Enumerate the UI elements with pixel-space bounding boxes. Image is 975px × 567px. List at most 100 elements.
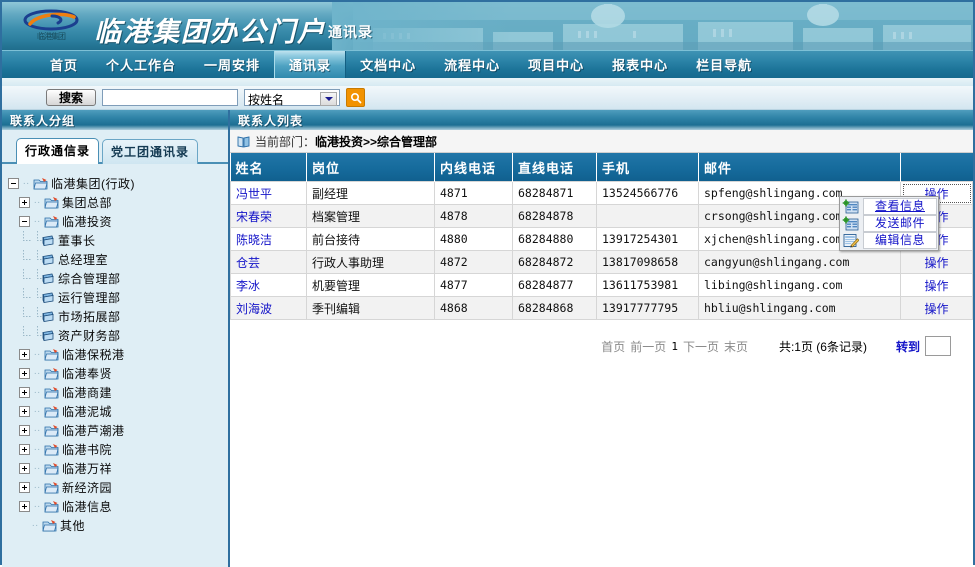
edit-note-icon [843, 234, 859, 248]
pager-last[interactable]: 末页 [724, 338, 748, 355]
cell-name[interactable]: 仓芸 [230, 250, 307, 274]
tree-expand-toggle[interactable] [19, 406, 30, 417]
tab-label: 党工团通讯录 [111, 145, 190, 159]
cell-post: 档案管理 [306, 204, 435, 228]
column-header-mobile[interactable]: 手机 [596, 153, 699, 182]
tree-node[interactable]: ·· 其他 [8, 516, 224, 535]
nav-item-column-nav[interactable]: 栏目导航 [682, 51, 766, 78]
tree-node[interactable]: ·· 临港书院 [8, 440, 224, 459]
cell-name[interactable]: 刘海波 [230, 296, 307, 320]
tree-node[interactable]: 运行管理部 [8, 288, 224, 307]
tree-node[interactable]: ·· 临港集团(行政) [8, 174, 224, 193]
nav-item-home[interactable]: 首页 [36, 51, 92, 78]
tree-node[interactable]: ·· 集团总部 [8, 193, 224, 212]
tab-admin-directory[interactable]: 行政通信录 [16, 138, 100, 164]
pager-goto-input[interactable] [925, 336, 951, 356]
tree-node[interactable]: ·· 临港万祥 [8, 459, 224, 478]
tree-node[interactable]: ·· 临港商建 [8, 383, 224, 402]
search-button[interactable]: 搜索 [46, 89, 97, 106]
nav-label: 报表中心 [612, 58, 669, 73]
nav-label: 栏目导航 [696, 58, 753, 73]
cell-action-button[interactable]: 操作 [900, 273, 973, 297]
context-menu-item-view-info[interactable]: 查看信息 [841, 198, 937, 215]
chevron-down-icon[interactable] [320, 92, 338, 106]
nav-label: 项目中心 [528, 58, 585, 73]
tree-node[interactable]: 市场拓展部 [8, 307, 224, 326]
tree-node[interactable]: 综合管理部 [8, 269, 224, 288]
cell-name[interactable]: 李冰 [230, 273, 307, 297]
tree-node[interactable]: ·· 临港保税港 [8, 345, 224, 364]
tree-expand-toggle[interactable] [19, 349, 30, 360]
tree-expand-toggle[interactable] [19, 368, 30, 379]
tree-node-label: 其他 [60, 519, 86, 533]
tree-node-label: 集团总部 [62, 196, 113, 210]
tree-connector-dots: ·· [33, 197, 41, 208]
search-input[interactable] [102, 89, 239, 106]
tree-expand-toggle[interactable] [19, 463, 30, 474]
tree-node[interactable]: ·· 临港芦潮港 [8, 421, 224, 440]
column-header-direct-line[interactable]: 直线电话 [512, 153, 597, 182]
cell-extension: 4878 [434, 204, 513, 228]
tree-node[interactable]: ·· 新经济园 [8, 478, 224, 497]
nav-item-project-center[interactable]: 项目中心 [514, 51, 598, 78]
tree-node[interactable]: 资产财务部 [8, 326, 224, 345]
column-header-email[interactable]: 邮件 [698, 153, 901, 182]
company-logo: 临港集团 [16, 6, 86, 48]
cell-name[interactable]: 冯世平 [230, 181, 307, 205]
nav-item-document-center[interactable]: 文档中心 [346, 51, 430, 78]
cell-post: 行政人事助理 [306, 250, 435, 274]
tree-node[interactable]: ·· 临港奉贤 [8, 364, 224, 383]
tree-expand-toggle[interactable] [19, 501, 30, 512]
tree-node[interactable]: ·· 临港信息 [8, 497, 224, 516]
tree-connector-dots: ·· [33, 368, 41, 379]
cell-action-button[interactable]: 操作 [900, 250, 973, 274]
column-header-post[interactable]: 岗位 [306, 153, 435, 182]
tree-node[interactable]: ·· 临港泥城 [8, 402, 224, 421]
context-menu-item-edit-info[interactable]: 编辑信息 [841, 232, 937, 249]
nav-item-address-book[interactable]: 通讯录 [274, 51, 347, 78]
pager-goto-label[interactable]: 转到 [896, 338, 920, 355]
context-menu-label: 查看信息 [863, 198, 937, 215]
tree-expand-toggle[interactable] [19, 387, 30, 398]
folder-icon [44, 462, 59, 475]
tree-node[interactable]: 董事长 [8, 231, 224, 250]
nav-item-weekly-plan[interactable]: 一周安排 [190, 51, 274, 78]
tree-expand-toggle[interactable] [19, 197, 30, 208]
tree-expand-toggle[interactable] [19, 482, 30, 493]
pager-first[interactable]: 首页 [601, 338, 625, 355]
cell-direct-line: 68284868 [512, 296, 597, 320]
pager-current-page[interactable]: 1 [671, 340, 678, 353]
tree-collapse-toggle[interactable] [8, 178, 19, 189]
column-header-name[interactable]: 姓名 [230, 153, 307, 182]
tab-party-union-directory[interactable]: 党工团通讯录 [102, 139, 199, 164]
tree-connector-dots: ·· [33, 349, 41, 360]
tree-connector-dots: ·· [33, 216, 41, 227]
search-go-button[interactable] [346, 88, 366, 107]
pager-next[interactable]: 下一页 [683, 338, 719, 355]
tree-node-label: 临港集团(行政) [51, 177, 135, 191]
folder-icon [33, 177, 48, 190]
column-header-extension[interactable]: 内线电话 [434, 153, 513, 182]
nav-item-report-center[interactable]: 报表中心 [598, 51, 682, 78]
pagination: 首页 前一页 1 下一页 末页 共:1页 (6条记录) 转到 [230, 320, 973, 356]
tree-node-label: 董事长 [58, 234, 96, 248]
tree-expand-toggle[interactable] [19, 444, 30, 455]
context-menu-item-send-mail[interactable]: 发送邮件 [841, 215, 937, 232]
nav-item-process-center[interactable]: 流程中心 [430, 51, 514, 78]
pager-prev[interactable]: 前一页 [630, 338, 666, 355]
nav-item-workspace[interactable]: 个人工作台 [92, 51, 190, 78]
tree-collapse-toggle[interactable] [19, 216, 30, 227]
tree-node[interactable]: ·· 临港投资 [8, 212, 224, 231]
tree-node[interactable]: 总经理室 [8, 250, 224, 269]
tree-node-label: 临港投资 [62, 215, 113, 229]
cell-action-button[interactable]: 操作 [900, 296, 973, 320]
tree-expand-toggle[interactable] [19, 425, 30, 436]
org-tree: ·· 临港集团(行政) ·· 集团总部 ·· 临港投资 董事长 总经理室 综合管理部 运行管理部市… [2, 164, 228, 567]
breadcrumb: 当前部门： 临港投资>>综合管理部 [230, 130, 973, 153]
search-field-select[interactable]: 按姓名 [244, 89, 341, 107]
nav-label: 一周安排 [204, 58, 261, 73]
cell-name[interactable]: 陈晓洁 [230, 227, 307, 251]
cell-name[interactable]: 宋春荣 [230, 204, 307, 228]
book-icon [237, 135, 250, 148]
nav-bottom-strip [2, 78, 973, 86]
